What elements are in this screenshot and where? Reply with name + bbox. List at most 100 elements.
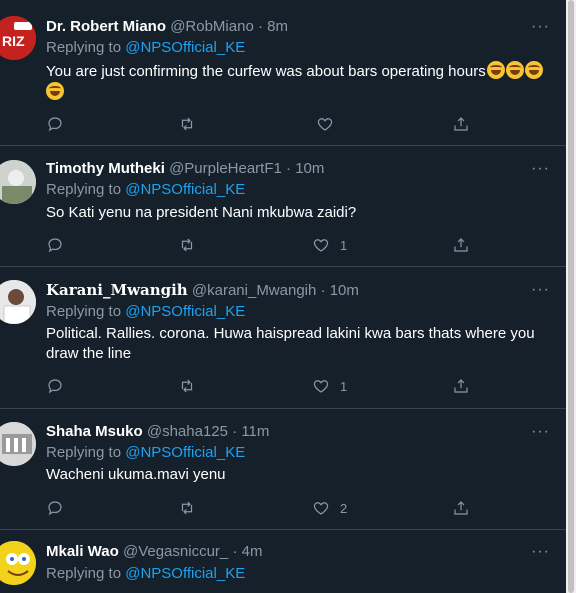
- like-icon: [313, 239, 329, 252]
- reply-button[interactable]: [46, 114, 64, 134]
- display-name[interactable]: Karani_Mwangih: [46, 281, 188, 299]
- tweet[interactable]: Shaha Msuko @shaha125 · 11m ··· Replying…: [0, 409, 566, 530]
- replying-to-label: Replying to: [46, 39, 122, 56]
- timestamp[interactable]: 8m: [267, 18, 288, 35]
- retweet-icon: [181, 501, 193, 515]
- timestamp[interactable]: 10m: [295, 160, 324, 177]
- timestamp[interactable]: 11m: [241, 423, 269, 440]
- mention-link[interactable]: @NPSOfficial_KE: [125, 181, 245, 198]
- scrollbar[interactable]: [566, 0, 576, 593]
- user-handle[interactable]: @PurpleHeartF1: [169, 160, 282, 177]
- scrollbar-thumb[interactable]: [568, 0, 574, 593]
- separator: ·: [257, 18, 263, 35]
- tweet[interactable]: Karani_Mwangih @karani_Mwangih · 10m ···…: [0, 267, 566, 409]
- retweet-icon: [181, 238, 193, 252]
- replying-to: Replying to @NPSOfficial_KE: [46, 180, 245, 200]
- avatar[interactable]: [0, 422, 36, 466]
- tweet-text: You are just confirming the curfew was a…: [46, 61, 546, 103]
- tweet-actions: 1: [46, 235, 476, 255]
- mention-link[interactable]: @NPSOfficial_KE: [125, 303, 245, 320]
- reply-button[interactable]: [46, 235, 64, 255]
- mention-link[interactable]: @NPSOfficial_KE: [125, 565, 245, 582]
- timestamp[interactable]: 10m: [330, 282, 359, 299]
- share-icon: [454, 117, 468, 131]
- user-handle[interactable]: @karani_Mwangih: [192, 282, 316, 299]
- reply-icon: [48, 238, 62, 253]
- replying-to-label: Replying to: [46, 303, 122, 320]
- timestamp[interactable]: 4m: [242, 543, 263, 560]
- tweet-actions: [46, 114, 476, 134]
- tweet-text: Wacheni ukuma.mavi yenu: [46, 466, 226, 483]
- separator: ·: [286, 160, 292, 177]
- share-button[interactable]: [452, 114, 470, 134]
- reply-icon: [48, 379, 62, 394]
- like-button[interactable]: [316, 114, 344, 134]
- share-button[interactable]: [452, 498, 470, 518]
- rofl-emoji-icon: [524, 61, 543, 79]
- share-icon: [454, 379, 468, 393]
- retweet-button[interactable]: [178, 376, 196, 396]
- tweet-text: So Kati yenu na president Nani mkubwa za…: [46, 204, 357, 221]
- share-button[interactable]: [452, 376, 470, 396]
- tweet-actions: 2: [46, 498, 476, 518]
- reply-icon: [48, 501, 62, 516]
- user-handle[interactable]: @RobMiano: [170, 18, 254, 35]
- like-button[interactable]: 1: [312, 376, 347, 396]
- reply-icon: [48, 117, 62, 132]
- reply-button[interactable]: [46, 498, 64, 518]
- user-handle[interactable]: @shaha125: [147, 423, 228, 440]
- rofl-emoji-icon: [46, 82, 64, 100]
- display-name[interactable]: Dr. Robert Miano: [46, 18, 166, 35]
- more-icon[interactable]: ···: [531, 542, 550, 562]
- tweet[interactable]: RIZ Dr. Robert Miano @RobMiano · 8m ··· …: [0, 0, 566, 146]
- svg-text:RIZ: RIZ: [2, 33, 25, 49]
- tweet-header: Dr. Robert Miano @RobMiano · 8m: [46, 17, 546, 37]
- reply-button[interactable]: [46, 376, 64, 396]
- like-count: 1: [340, 237, 348, 253]
- more-icon[interactable]: ···: [531, 422, 550, 442]
- tweet-header: Karani_Mwangih @karani_Mwangih · 10m: [46, 280, 546, 301]
- like-count: 2: [340, 500, 348, 516]
- more-icon[interactable]: ···: [531, 159, 550, 179]
- like-icon: [313, 502, 329, 515]
- mention-link[interactable]: @NPSOfficial_KE: [125, 39, 245, 56]
- like-icon: [313, 380, 329, 393]
- replying-to: Replying to @NPSOfficial_KE: [46, 564, 245, 584]
- more-icon[interactable]: ···: [531, 280, 550, 300]
- separator: ·: [232, 423, 238, 440]
- replying-to-label: Replying to: [46, 444, 122, 461]
- replying-to: Replying to @NPSOfficial_KE: [46, 38, 245, 58]
- share-icon: [454, 238, 468, 252]
- like-count: 1: [340, 378, 348, 394]
- replying-to: Replying to @NPSOfficial_KE: [46, 302, 245, 322]
- rofl-emoji-icon: [486, 61, 505, 79]
- mention-link[interactable]: @NPSOfficial_KE: [125, 444, 245, 461]
- replying-to-label: Replying to: [46, 565, 122, 582]
- tweet-text-content: You are just confirming the curfew was a…: [46, 63, 486, 80]
- separator: ·: [320, 282, 326, 299]
- display-name[interactable]: Mkali Wao: [46, 543, 119, 560]
- retweet-button[interactable]: [178, 114, 196, 134]
- avatar[interactable]: [0, 160, 36, 204]
- avatar[interactable]: RIZ: [0, 16, 36, 60]
- user-handle[interactable]: @Vegasniccur_: [123, 543, 228, 560]
- tweet[interactable]: Timothy Mutheki @PurpleHeartF1 · 10m ···…: [0, 146, 566, 267]
- tweet-header: Shaha Msuko @shaha125 · 11m: [46, 422, 546, 442]
- tweet[interactable]: Mkali Wao @Vegasniccur_ · 4m ··· Replyin…: [0, 530, 566, 593]
- avatar[interactable]: [0, 280, 36, 324]
- tweet-header: Timothy Mutheki @PurpleHeartF1 · 10m: [46, 159, 546, 179]
- separator: ·: [232, 543, 238, 560]
- share-button[interactable]: [452, 235, 470, 255]
- display-name[interactable]: Shaha Msuko: [46, 423, 143, 440]
- more-icon[interactable]: ···: [531, 17, 550, 37]
- retweet-button[interactable]: [178, 498, 196, 518]
- rofl-emoji-icon: [505, 61, 524, 79]
- share-icon: [454, 501, 468, 515]
- tweet-actions: 1: [46, 376, 476, 396]
- display-name[interactable]: Timothy Mutheki: [46, 160, 165, 177]
- like-button[interactable]: 1: [312, 235, 347, 255]
- like-button[interactable]: 2: [312, 498, 347, 518]
- retweet-button[interactable]: [178, 235, 196, 255]
- avatar[interactable]: [0, 541, 36, 585]
- replying-to: Replying to @NPSOfficial_KE: [46, 443, 245, 463]
